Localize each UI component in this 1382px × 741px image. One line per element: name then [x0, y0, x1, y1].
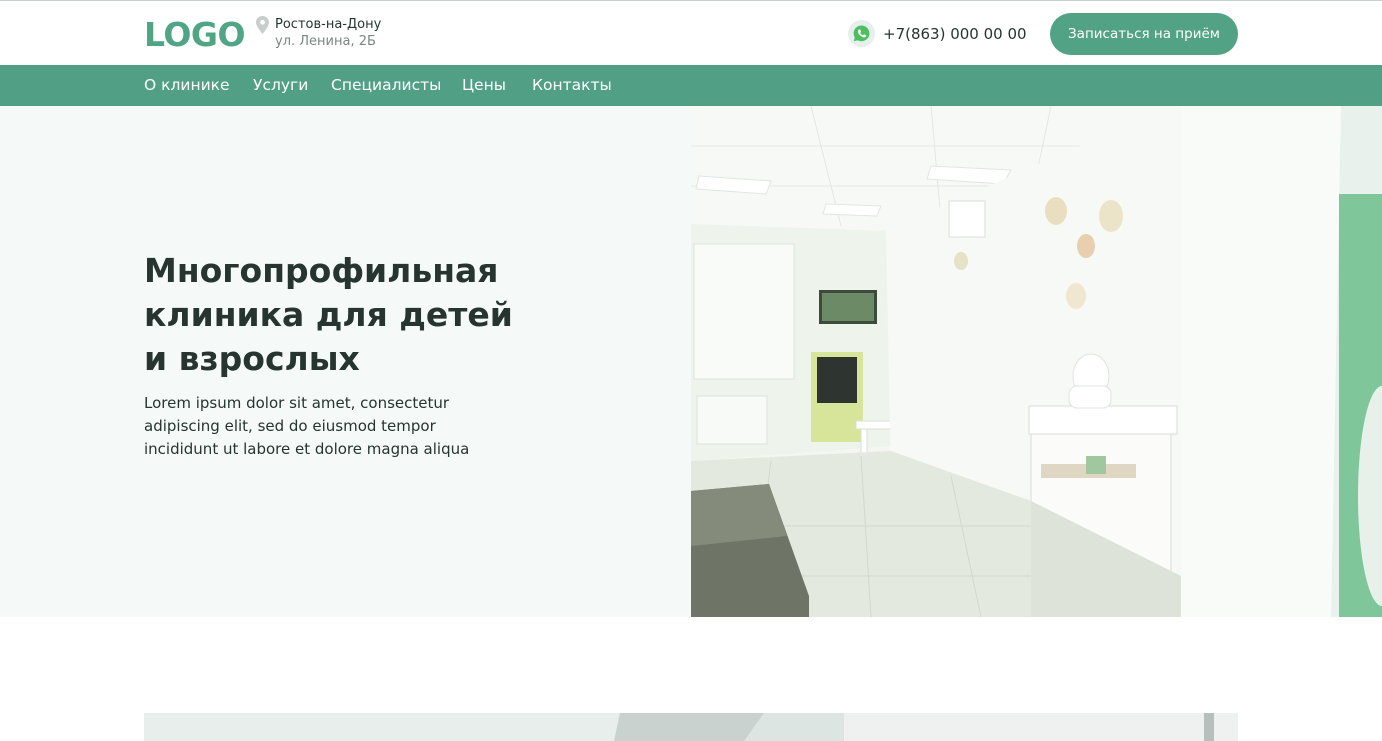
whatsapp-icon[interactable]: [848, 20, 875, 47]
lower-section-photo: [144, 713, 1238, 741]
logo[interactable]: LOGO: [144, 15, 246, 54]
nav-item-prices[interactable]: Цены: [462, 76, 506, 94]
hero-photo-clinic-interior: [691, 106, 1382, 617]
hero-description: Lorem ipsum dolor sit amet, consectetur …: [144, 392, 564, 461]
nav-item-about[interactable]: О клинике: [144, 76, 230, 94]
hero-section: Многопрофильная клиника для детей и взро…: [0, 106, 1382, 617]
hero-title-line: клиника для детей: [144, 295, 513, 334]
phone-number[interactable]: +7(863) 000 00 00: [883, 25, 1027, 43]
lower-photo-preview: [144, 713, 1238, 741]
nav-item-services[interactable]: Услуги: [253, 76, 308, 94]
street-address: ул. Ленина, 2Б: [275, 34, 376, 49]
book-appointment-button[interactable]: Записаться на приём: [1050, 13, 1238, 55]
nav-item-contacts[interactable]: Контакты: [532, 76, 612, 94]
map-pin-icon: [256, 16, 269, 34]
clinic-interior-illustration: [691, 106, 1382, 617]
hero-text-line: adipiscing elit, sed do eiusmod tempor: [144, 417, 436, 435]
nav-item-specialists[interactable]: Специалисты: [331, 76, 441, 94]
hero-title: Многопрофильная клиника для детей и взро…: [144, 249, 604, 381]
hero-text-line: incididunt ut labore et dolore magna ali…: [144, 440, 470, 458]
hero-title-line: и взрослых: [144, 339, 360, 378]
clinic-address: Ростов-на-Дону ул. Ленина, 2Б: [256, 15, 396, 51]
city-name: Ростов-на-Дону: [275, 17, 382, 32]
hero-text-line: Lorem ipsum dolor sit amet, consectetur: [144, 394, 450, 412]
site-header: LOGO Ростов-на-Дону ул. Ленина, 2Б +7(86…: [0, 1, 1382, 65]
hero-title-line: Многопрофильная: [144, 251, 499, 290]
main-nav: О клинике Услуги Специалисты Цены Контак…: [0, 65, 1382, 106]
